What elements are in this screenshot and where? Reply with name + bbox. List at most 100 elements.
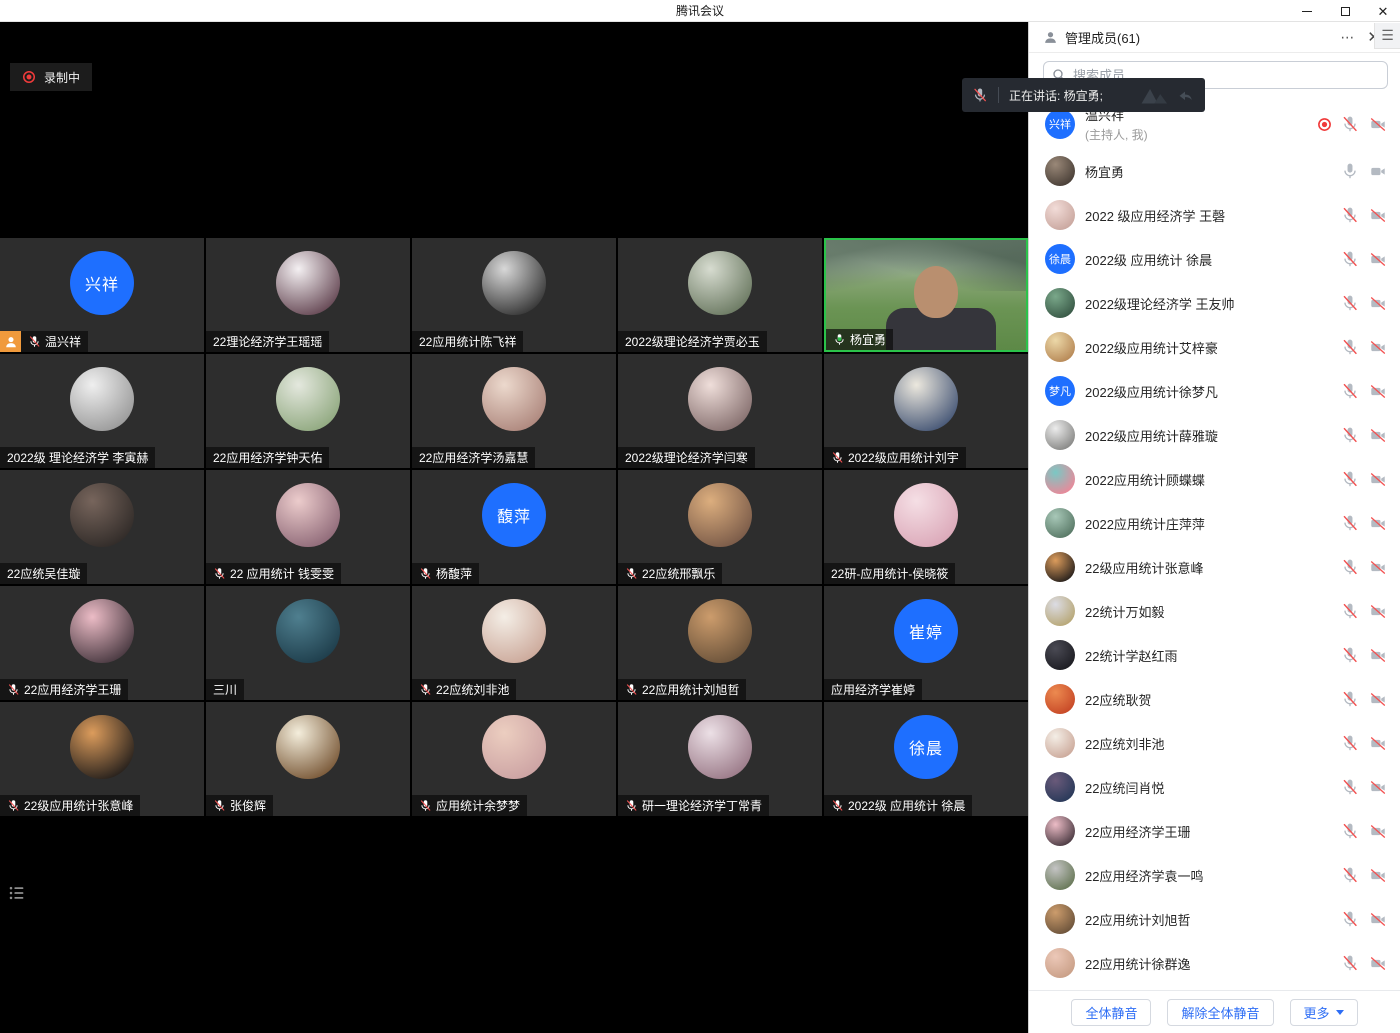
- member-row[interactable]: 22统计学赵红雨: [1029, 633, 1400, 677]
- member-camera-button[interactable]: [1368, 163, 1388, 180]
- member-camera-button[interactable]: [1368, 427, 1388, 444]
- video-tile[interactable]: 22应统刘非池: [412, 586, 616, 700]
- video-tile[interactable]: 研一理论经济学丁常青: [618, 702, 822, 816]
- member-mic-button[interactable]: [1341, 602, 1359, 620]
- member-camera-button[interactable]: [1368, 116, 1388, 133]
- video-tile[interactable]: 22应用统计陈飞祥: [412, 238, 616, 352]
- member-camera-button[interactable]: [1368, 251, 1388, 268]
- member-mic-button[interactable]: [1341, 646, 1359, 664]
- member-row[interactable]: 22应统闫肖悦: [1029, 765, 1400, 809]
- member-camera-button[interactable]: [1368, 867, 1388, 884]
- video-tile[interactable]: 22应用经济学钟天佑: [206, 354, 410, 468]
- video-tile[interactable]: 2022级理论经济学贾必玉: [618, 238, 822, 352]
- member-mic-button[interactable]: [1341, 822, 1359, 840]
- member-mic-button[interactable]: [1341, 115, 1359, 133]
- close-button[interactable]: ✕: [1374, 2, 1392, 20]
- more-options-button[interactable]: ⋯: [1340, 29, 1355, 46]
- member-row[interactable]: 徐晨2022级 应用统计 徐晨: [1029, 237, 1400, 281]
- video-tile[interactable]: 22研-应用统计-侯晓筱: [824, 470, 1028, 584]
- mic-muted-icon: [1341, 558, 1359, 576]
- member-mic-button[interactable]: [1341, 338, 1359, 356]
- caret-down-icon: [1336, 1010, 1344, 1015]
- video-tile[interactable]: 22应用经济学王珊: [0, 586, 204, 700]
- member-mic-button[interactable]: [1341, 778, 1359, 796]
- video-tile[interactable]: 22应统吴佳璇: [0, 470, 204, 584]
- member-mic-button[interactable]: [1341, 910, 1359, 928]
- panel-collapse-button[interactable]: ☰: [1374, 23, 1400, 49]
- member-mic-button[interactable]: [1341, 470, 1359, 488]
- video-tile[interactable]: 22应统邢飘乐: [618, 470, 822, 584]
- member-camera-button[interactable]: [1368, 955, 1388, 972]
- member-row[interactable]: 2022级应用统计艾梓豪: [1029, 325, 1400, 369]
- video-tile[interactable]: 22理论经济学王瑶瑶: [206, 238, 410, 352]
- member-camera-button[interactable]: [1368, 691, 1388, 708]
- video-tile[interactable]: 三川: [206, 586, 410, 700]
- video-tile[interactable]: 杨宜勇: [824, 238, 1028, 352]
- member-mic-button[interactable]: [1341, 382, 1359, 400]
- member-camera-button[interactable]: [1368, 603, 1388, 620]
- video-tile[interactable]: 22 应用统计 钱雯雯: [206, 470, 410, 584]
- member-row[interactable]: 22应用统计刘旭哲: [1029, 897, 1400, 941]
- video-tile[interactable]: 兴祥温兴祥: [0, 238, 204, 352]
- video-tile[interactable]: 22级应用统计张意峰: [0, 702, 204, 816]
- member-row[interactable]: 梦凡2022级应用统计徐梦凡: [1029, 369, 1400, 413]
- member-mic-button[interactable]: [1341, 426, 1359, 444]
- member-row[interactable]: 22级应用统计张意峰: [1029, 545, 1400, 589]
- member-mic-button[interactable]: [1341, 954, 1359, 972]
- mute-all-button[interactable]: 全体静音: [1071, 999, 1151, 1026]
- mic-muted-icon: [1341, 646, 1359, 664]
- video-tile[interactable]: 2022级 理论经济学 李寅赫: [0, 354, 204, 468]
- member-camera-button[interactable]: [1368, 515, 1388, 532]
- member-row[interactable]: 2022 级应用经济学 王磬: [1029, 193, 1400, 237]
- video-tile[interactable]: 2022级理论经济学闫寒: [618, 354, 822, 468]
- member-row[interactable]: 22应用经济学王珊: [1029, 809, 1400, 853]
- member-row[interactable]: 22应用经济学袁一鸣: [1029, 853, 1400, 897]
- video-tile[interactable]: 张俊辉: [206, 702, 410, 816]
- video-tile[interactable]: 徐晨2022级 应用统计 徐晨: [824, 702, 1028, 816]
- member-row[interactable]: 2022级理论经济学 王友帅: [1029, 281, 1400, 325]
- video-tile[interactable]: 崔婷应用经济学崔婷: [824, 586, 1028, 700]
- member-camera-button[interactable]: [1368, 559, 1388, 576]
- member-camera-button[interactable]: [1368, 471, 1388, 488]
- member-row[interactable]: 22应用统计徐群逸: [1029, 941, 1400, 985]
- speaking-toast: 正在讲话: 杨宜勇;: [962, 78, 1205, 112]
- member-camera-button[interactable]: [1368, 735, 1388, 752]
- member-camera-button[interactable]: [1368, 207, 1388, 224]
- member-camera-button[interactable]: [1368, 647, 1388, 664]
- member-mic-button[interactable]: [1341, 514, 1359, 532]
- member-camera-button[interactable]: [1368, 779, 1388, 796]
- member-mic-button[interactable]: [1341, 294, 1359, 312]
- member-row[interactable]: 22应统耿贺: [1029, 677, 1400, 721]
- minimize-button[interactable]: [1298, 2, 1316, 20]
- video-tile[interactable]: 22应用经济学汤嘉慧: [412, 354, 616, 468]
- member-mic-button[interactable]: [1341, 206, 1359, 224]
- member-mic-button[interactable]: [1341, 866, 1359, 884]
- member-camera-button[interactable]: [1368, 295, 1388, 312]
- layout-list-icon[interactable]: [8, 884, 26, 902]
- member-row[interactable]: 2022级应用统计薛雅璇: [1029, 413, 1400, 457]
- participant-name: 杨馥萍: [436, 565, 472, 582]
- member-mic-button[interactable]: [1341, 690, 1359, 708]
- member-camera-button[interactable]: [1368, 339, 1388, 356]
- more-button[interactable]: 更多: [1290, 999, 1358, 1026]
- unmute-all-button[interactable]: 解除全体静音: [1167, 999, 1273, 1026]
- member-mic-button[interactable]: [1341, 162, 1359, 180]
- member-mic-button[interactable]: [1341, 250, 1359, 268]
- member-row[interactable]: 22统计万如毅: [1029, 589, 1400, 633]
- member-row[interactable]: 22应统刘非池: [1029, 721, 1400, 765]
- member-row[interactable]: 2022应用统计顾蝶蝶: [1029, 457, 1400, 501]
- member-mic-button[interactable]: [1341, 558, 1359, 576]
- member-row[interactable]: 2022应用统计庄萍萍: [1029, 501, 1400, 545]
- member-mic-button[interactable]: [1341, 734, 1359, 752]
- maximize-button[interactable]: [1336, 2, 1354, 20]
- video-tile[interactable]: 2022级应用统计刘宇: [824, 354, 1028, 468]
- member-camera-button[interactable]: [1368, 911, 1388, 928]
- member-row[interactable]: 杨宜勇: [1029, 149, 1400, 193]
- participant-avatar: [70, 599, 134, 663]
- participant-avatar: [688, 483, 752, 547]
- member-camera-button[interactable]: [1368, 383, 1388, 400]
- video-tile[interactable]: 馥萍杨馥萍: [412, 470, 616, 584]
- member-camera-button[interactable]: [1368, 823, 1388, 840]
- video-tile[interactable]: 应用统计余梦梦: [412, 702, 616, 816]
- video-tile[interactable]: 22应用统计刘旭哲: [618, 586, 822, 700]
